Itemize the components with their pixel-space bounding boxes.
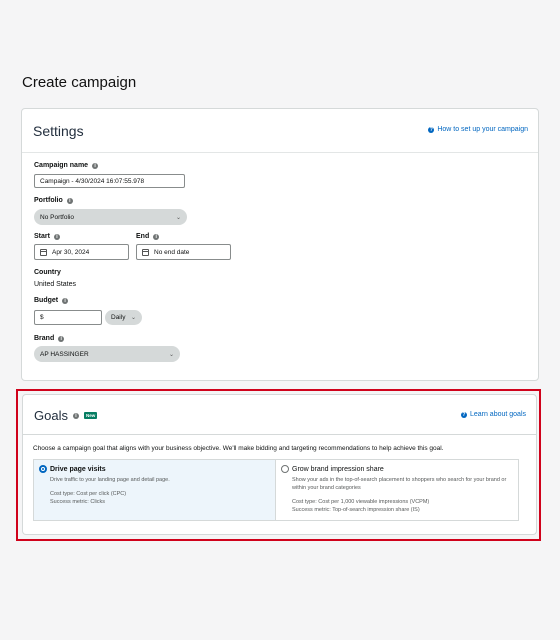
campaign-name-label-text: Campaign name (34, 162, 89, 169)
settings-header: Settings ? How to set up your campaign (22, 109, 538, 153)
start-date-input[interactable]: Apr 30, 2024 (34, 244, 129, 260)
start-label-text: Start (34, 233, 50, 240)
portfolio-label: Portfolio i (34, 197, 73, 204)
brand-select[interactable]: AP HASSINGER ⌄ (34, 346, 180, 362)
campaign-name-input[interactable]: Campaign - 4/30/2024 16:07:55.978 (34, 174, 185, 188)
settings-card: Settings ? How to set up your campaign C… (21, 108, 539, 381)
chevron-down-icon: ⌄ (168, 351, 174, 358)
help-icon: ? (428, 126, 435, 133)
brand-label: Brand i (34, 335, 65, 342)
budget-label: Budget i (34, 297, 69, 304)
info-icon[interactable]: i (153, 233, 160, 240)
end-date-value: No end date (154, 248, 190, 256)
budget-currency: $ (40, 314, 44, 321)
help-link-label: How to set up your campaign (437, 126, 528, 133)
brand-value: AP HASSINGER (40, 350, 89, 358)
portfolio-select[interactable]: No Portfolio ⌄ (34, 209, 187, 225)
campaign-name-label: Campaign name i (34, 162, 99, 169)
info-icon[interactable]: i (62, 297, 69, 304)
end-date-input[interactable]: No end date (136, 244, 231, 260)
start-label: Start i (34, 233, 60, 240)
budget-period-value: Daily (111, 314, 126, 321)
page-title: Create campaign (22, 74, 137, 91)
help-link-setup[interactable]: ? How to set up your campaign (428, 126, 528, 133)
country-label: Country (34, 269, 61, 276)
portfolio-label-text: Portfolio (34, 197, 63, 204)
start-date-value: Apr 30, 2024 (52, 248, 90, 256)
portfolio-value: No Portfolio (40, 213, 74, 221)
end-label-text: End (136, 233, 150, 240)
campaign-name-value: Campaign - 4/30/2024 16:07:55.978 (40, 177, 145, 185)
budget-label-text: Budget (34, 297, 59, 304)
info-icon[interactable]: i (58, 335, 65, 342)
end-label: End i (136, 233, 160, 240)
settings-title: Settings (33, 123, 84, 139)
brand-label-text: Brand (34, 335, 55, 342)
info-icon[interactable]: i (66, 197, 73, 204)
budget-input[interactable]: $ (34, 310, 102, 325)
chevron-down-icon: ⌄ (175, 214, 181, 221)
calendar-icon (142, 248, 149, 256)
goals-highlight-outline (16, 389, 541, 541)
chevron-down-icon: ⌄ (130, 315, 136, 321)
info-icon[interactable]: i (92, 162, 99, 169)
info-icon[interactable]: i (53, 233, 60, 240)
country-label-text: Country (34, 269, 61, 276)
budget-period-select[interactable]: Daily ⌄ (105, 310, 142, 325)
country-value: United States (34, 281, 77, 288)
calendar-icon (40, 248, 47, 256)
